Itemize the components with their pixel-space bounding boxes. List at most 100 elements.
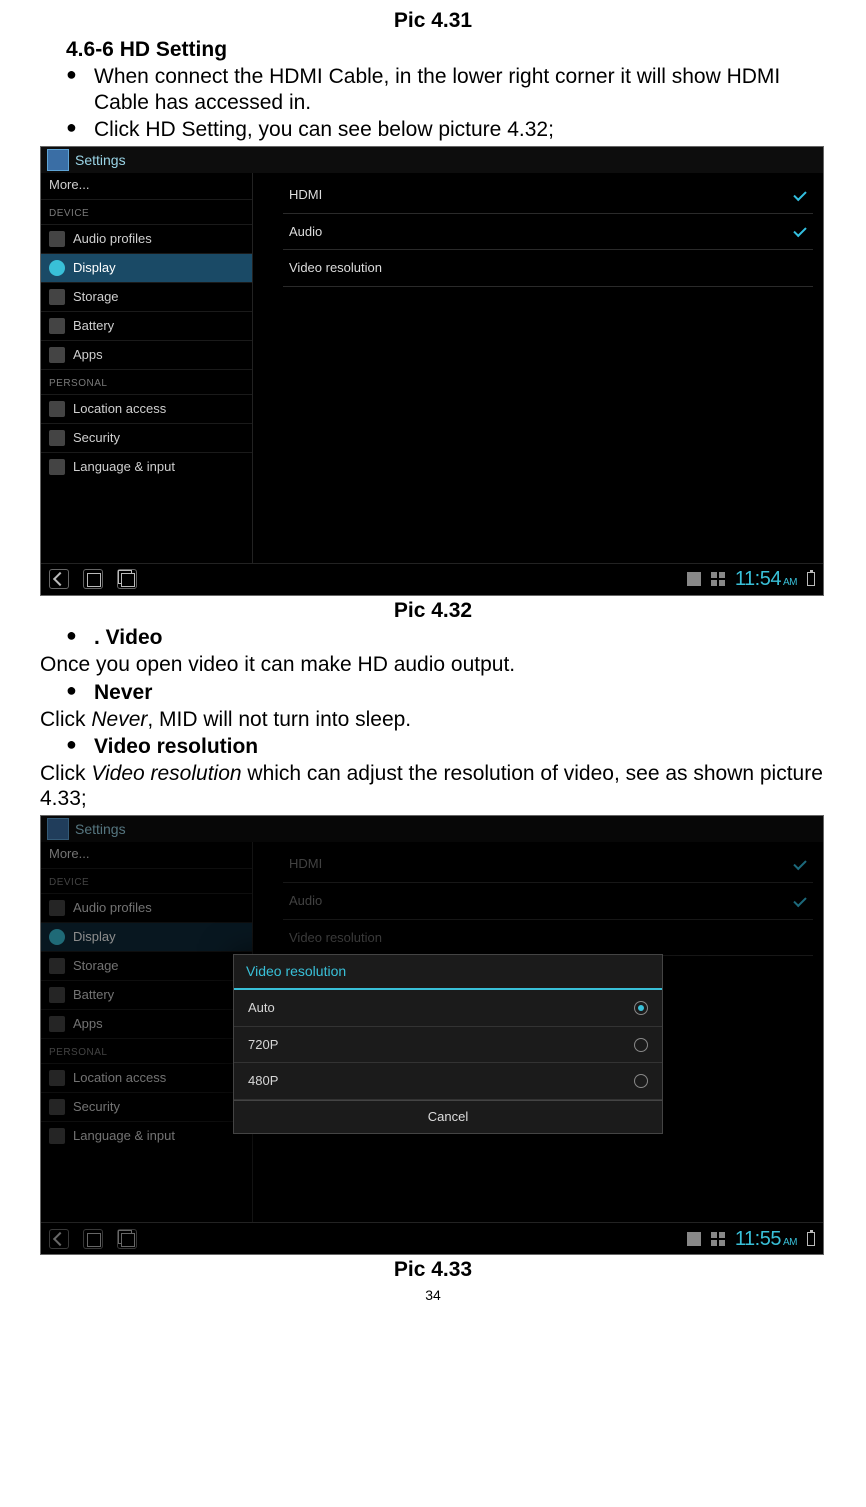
sidebar-item-language[interactable]: Language & input [41,1121,252,1150]
sidebar-item-location[interactable]: Location access [41,1063,252,1092]
sidebar-item-battery[interactable]: Battery [41,980,252,1009]
sidebar-header-personal: PERSONAL [41,1038,252,1063]
dialog-option-auto[interactable]: Auto [234,990,662,1027]
sidebar-item-audio-profiles[interactable]: Audio profiles [41,224,252,253]
dialog-option-480p[interactable]: 480P [234,1063,662,1100]
language-icon [49,1128,65,1144]
usb-icon [687,1232,701,1246]
figure-caption-top: Pic 4.31 [40,8,826,33]
location-icon [49,1070,65,1086]
checkbox-checked-icon[interactable] [793,188,807,202]
home-button[interactable] [83,569,103,589]
sidebar-item-display[interactable]: Display [41,253,252,282]
video-resolution-paragraph: Click Video resolution which can adjust … [40,761,826,811]
sidebar-item-language[interactable]: Language & input [41,452,252,481]
setting-label: Audio [289,893,322,909]
status-grid-icon [711,1232,725,1246]
settings-icon [47,818,69,840]
settings-icon [47,149,69,171]
sidebar-item-display[interactable]: Display [41,922,252,951]
sidebar-item-location[interactable]: Location access [41,394,252,423]
back-button[interactable] [49,1229,69,1249]
battery-status-icon [807,1232,815,1246]
checkbox-checked-icon[interactable] [793,894,807,908]
setting-label: HDMI [289,187,322,203]
sidebar-item-label: Battery [73,318,114,334]
audio-profiles-icon [49,231,65,247]
battery-icon [49,318,65,334]
never-bullet: Never [66,680,826,705]
setting-row-video-resolution[interactable]: Video resolution [283,920,813,957]
dialog-option-720p[interactable]: 720P [234,1027,662,1064]
sidebar-item-label: Storage [73,289,119,305]
clock-ampm: AM [783,577,797,589]
location-icon [49,401,65,417]
sidebar-header-device: DEVICE [41,868,252,893]
never-para-a: Click [40,708,91,731]
navigation-bar: 11:55 AM [41,1222,823,1254]
sidebar-item-label: More... [49,846,89,862]
sidebar-item-apps[interactable]: Apps [41,340,252,369]
radio-selected-icon[interactable] [634,1001,648,1015]
recent-apps-button[interactable] [117,1229,137,1249]
setting-label: Video resolution [289,930,382,946]
screenshot-1: Settings More... DEVICE Audio profiles D… [40,146,824,596]
intro-bullets: When connect the HDMI Cable, in the lowe… [66,64,826,142]
figure-caption-3: Pic 4.33 [40,1257,826,1282]
titlebar: Settings [41,147,823,173]
sidebar-item-security[interactable]: Security [41,423,252,452]
sidebar-item-label: Audio profiles [73,231,152,247]
language-icon [49,459,65,475]
setting-row-audio[interactable]: Audio [283,214,813,251]
navigation-bar: 11:54 AM [41,563,823,595]
sidebar-item-label: Apps [73,347,103,363]
vr-para-a: Click [40,762,91,785]
video-paragraph: Once you open video it can make HD audio… [40,652,826,677]
battery-status-icon [807,572,815,586]
sidebar-item-storage[interactable]: Storage [41,282,252,311]
sidebar-item-label: More... [49,177,89,193]
sidebar-item-more[interactable]: More... [41,844,252,868]
recent-apps-button[interactable] [117,569,137,589]
back-button[interactable] [49,569,69,589]
clock-time: 11:54 [735,567,781,591]
sidebar-item-label: Location access [73,401,166,417]
dialog-option-label: 720P [248,1037,278,1053]
setting-row-audio[interactable]: Audio [283,883,813,920]
clock-time: 11:55 [735,1227,781,1251]
security-icon [49,430,65,446]
sidebar-item-storage[interactable]: Storage [41,951,252,980]
intro-bullet-2: Click HD Setting, you can see below pict… [66,117,826,142]
setting-row-hdmi[interactable]: HDMI [283,177,813,214]
video-resolution-heading: Video resolution [94,735,258,758]
sidebar-item-label: Audio profiles [73,900,152,916]
setting-row-hdmi[interactable]: HDMI [283,846,813,883]
sidebar-item-label: Display [73,260,116,276]
sidebar-item-label: Battery [73,987,114,1003]
radio-icon[interactable] [634,1038,648,1052]
setting-row-video-resolution[interactable]: Video resolution [283,250,813,287]
status-clock: 11:55 AM [735,1227,797,1251]
sidebar-header-personal: PERSONAL [41,369,252,394]
sidebar-item-apps[interactable]: Apps [41,1009,252,1038]
sidebar-item-battery[interactable]: Battery [41,311,252,340]
intro-bullet-1: When connect the HDMI Cable, in the lowe… [66,64,826,114]
checkbox-checked-icon[interactable] [793,224,807,238]
video-bullet: . Video [66,625,826,650]
sidebar-item-label: Security [73,1099,120,1115]
figure-caption-2: Pic 4.32 [40,598,826,623]
home-button[interactable] [83,1229,103,1249]
usb-icon [687,572,701,586]
radio-icon[interactable] [634,1074,648,1088]
titlebar-text: Settings [75,821,126,838]
apps-icon [49,347,65,363]
sidebar-item-audio-profiles[interactable]: Audio profiles [41,893,252,922]
sidebar-item-security[interactable]: Security [41,1092,252,1121]
dialog-cancel-button[interactable]: Cancel [234,1100,662,1133]
checkbox-checked-icon[interactable] [793,857,807,871]
sidebar-item-more[interactable]: More... [41,175,252,199]
sidebar-item-label: Security [73,430,120,446]
storage-icon [49,958,65,974]
settings-sidebar: More... DEVICE Audio profiles Display St… [41,842,253,1222]
sidebar-item-label: Storage [73,958,119,974]
